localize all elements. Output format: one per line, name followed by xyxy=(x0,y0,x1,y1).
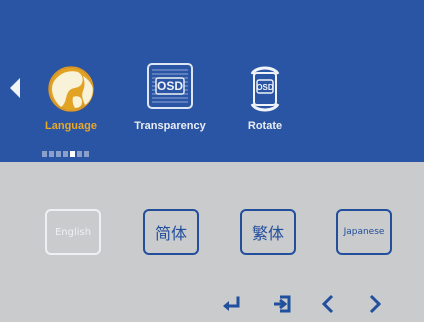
language-option-label: 简体 xyxy=(154,224,187,243)
enter-icon[interactable] xyxy=(219,292,243,316)
left-arrow-icon[interactable] xyxy=(10,78,20,98)
page-indicator-dot xyxy=(42,151,47,157)
page-indicator-dot xyxy=(56,151,61,157)
language-option-label: English xyxy=(54,226,92,238)
osd-menu-panel: Language OSD Transparency OSD Rotate xyxy=(0,0,424,162)
language-option-english[interactable]: English xyxy=(45,209,101,255)
menu-item-label-language: Language xyxy=(45,120,97,132)
language-option-simplified-chinese[interactable]: 简体 xyxy=(143,209,199,255)
svg-text:OSD: OSD xyxy=(256,83,274,92)
language-option-japanese[interactable]: Japanese xyxy=(336,209,392,255)
page-indicator-dot xyxy=(49,151,54,157)
left-icon[interactable] xyxy=(316,292,340,316)
language-option-label: Japanese xyxy=(343,227,385,237)
svg-text:OSD: OSD xyxy=(157,79,183,93)
globe-icon xyxy=(27,58,115,120)
page-indicator-dot xyxy=(77,151,82,157)
language-option-label: 繁体 xyxy=(251,224,284,243)
menu-item-transparency[interactable]: OSD Transparency xyxy=(126,58,214,144)
menu-item-language[interactable]: Language xyxy=(27,58,115,144)
menu-item-rotate[interactable]: OSD Rotate xyxy=(221,58,309,144)
right-icon[interactable] xyxy=(363,292,387,316)
osd-transparency-icon: OSD xyxy=(126,58,214,120)
exit-icon[interactable] xyxy=(270,292,294,316)
osd-screen: Language OSD Transparency OSD Rotate Eng… xyxy=(0,0,424,322)
language-option-traditional-chinese[interactable]: 繁体 xyxy=(240,209,296,255)
osd-rotate-icon: OSD xyxy=(221,58,309,120)
page-indicator-dot xyxy=(84,151,89,157)
page-indicator-dot xyxy=(63,151,68,157)
page-indicator-dot-active xyxy=(70,151,75,157)
menu-item-label-rotate: Rotate xyxy=(247,120,283,132)
menu-item-label-transparency: Transparency xyxy=(134,120,206,132)
